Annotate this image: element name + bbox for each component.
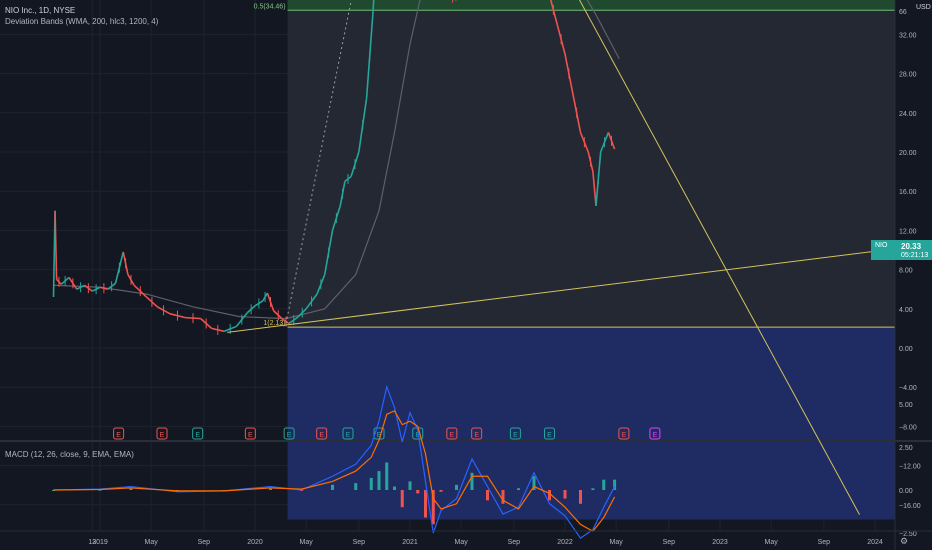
macd-histogram-bar xyxy=(579,490,582,504)
time-axis-tick: 2019 xyxy=(92,539,108,546)
time-axis-tick: 2022 xyxy=(557,539,573,546)
earnings-event-label: E xyxy=(319,432,324,439)
time-axis-tick: Sep xyxy=(663,539,676,546)
macd-axis-tick: 5.00 xyxy=(899,402,913,409)
time-axis-tick: May xyxy=(765,539,779,546)
currency-label[interactable]: USD xyxy=(916,4,931,11)
macd-histogram-bar xyxy=(455,484,458,490)
macd-histogram-bar xyxy=(439,490,443,492)
macd-histogram-bar xyxy=(517,488,520,490)
earnings-event-label: E xyxy=(287,432,292,439)
settings-icon[interactable]: ⚙ xyxy=(900,536,908,547)
price-axis-tick: 28.00 xyxy=(899,72,917,79)
deviation-bands-legend[interactable]: Deviation Bands (WMA, 200, hlc3, 1200, 4… xyxy=(5,17,158,26)
price-axis-tick: 20.00 xyxy=(899,150,917,157)
fib-zone-mid xyxy=(287,10,895,328)
price-axis-tick: 0.00 xyxy=(899,346,913,353)
macd-histogram-bar xyxy=(501,490,505,504)
price-axis-tick: −16.00 xyxy=(899,503,921,510)
time-axis-tick: Sep xyxy=(508,539,521,546)
earnings-event-label: E xyxy=(653,432,658,439)
earnings-event-label: E xyxy=(116,432,121,439)
fib-zone-golden xyxy=(287,0,895,11)
macd-histogram-bar xyxy=(400,490,404,508)
time-axis-tick: May xyxy=(610,539,624,546)
macd-histogram-bar xyxy=(354,483,358,490)
earnings-event-label: E xyxy=(474,432,479,439)
time-axis-tick: 2024 xyxy=(867,539,883,546)
price-axis-tick: −12.00 xyxy=(899,464,921,471)
time-axis-tick: Sep xyxy=(818,539,831,546)
macd-histogram-bar xyxy=(470,472,474,490)
price-axis-tick: 4.00 xyxy=(899,307,913,314)
macd-histogram-bar xyxy=(129,488,133,490)
price-axis-tick: 8.00 xyxy=(899,268,913,275)
bar-countdown: 05:21:13 xyxy=(901,252,929,259)
macd-histogram-bar xyxy=(416,490,420,494)
price-chart[interactable]: 0(66.73)0.382(42.07)0.5(34.46)1(2.13)EEE… xyxy=(0,0,932,550)
earnings-event-label: E xyxy=(622,432,627,439)
price-axis-tick: 66 xyxy=(899,9,907,16)
macd-histogram-bar xyxy=(377,471,381,490)
macd-legend[interactable]: MACD (12, 26, close, 9, EMA, EMA) xyxy=(5,450,134,459)
last-price-badge: NIO 20.33 05:21:13 xyxy=(871,240,932,260)
time-axis-tick: Sep xyxy=(353,539,366,546)
macd-histogram-bar xyxy=(563,490,567,499)
last-price-symbol: NIO xyxy=(875,242,888,249)
time-axis-tick: 2020 xyxy=(247,539,263,546)
time-axis-tick: 2023 xyxy=(712,539,728,546)
time-axis-tick: May xyxy=(455,539,469,546)
price-axis-tick: −4.00 xyxy=(899,385,917,392)
macd-axis-tick: 2.50 xyxy=(899,445,913,452)
symbol-legend[interactable]: NIO Inc., 1D, NYSE xyxy=(5,6,75,15)
price-axis-tick: 32.00 xyxy=(899,32,917,39)
last-price-value: 20.33 xyxy=(901,242,922,251)
price-axis-tick: 24.00 xyxy=(899,111,917,118)
earnings-event-label: E xyxy=(346,432,351,439)
earnings-event-label: E xyxy=(547,432,552,439)
price-axis-tick: 16.00 xyxy=(899,189,917,196)
price-axis-tick: −8.00 xyxy=(899,424,917,431)
fib-level-label: 0.5(34.46) xyxy=(254,3,286,10)
macd-histogram-bar xyxy=(269,488,272,490)
macd-histogram-bar xyxy=(602,479,606,490)
macd-histogram-bar xyxy=(408,481,412,490)
macd-histogram-bar xyxy=(385,462,389,490)
macd-histogram-bar xyxy=(424,490,427,518)
earnings-event-label: E xyxy=(195,432,200,439)
earnings-event-label: E xyxy=(160,432,165,439)
price-axis-tick: 12.00 xyxy=(899,228,917,235)
time-axis-tick: Sep xyxy=(198,539,211,546)
macd-histogram-bar xyxy=(331,484,334,490)
macd-histogram-bar xyxy=(393,486,396,490)
time-axis-tick: May xyxy=(300,539,314,546)
earnings-event-label: E xyxy=(513,432,518,439)
macd-histogram-bar xyxy=(591,488,595,490)
earnings-event-label: E xyxy=(450,432,455,439)
macd-axis-tick: 0.00 xyxy=(899,488,913,495)
time-axis-tick: 2021 xyxy=(402,539,418,546)
earnings-event-label: E xyxy=(248,432,253,439)
macd-histogram-bar xyxy=(486,490,489,501)
macd-histogram-bar xyxy=(369,477,373,490)
time-axis-tick: May xyxy=(145,539,159,546)
